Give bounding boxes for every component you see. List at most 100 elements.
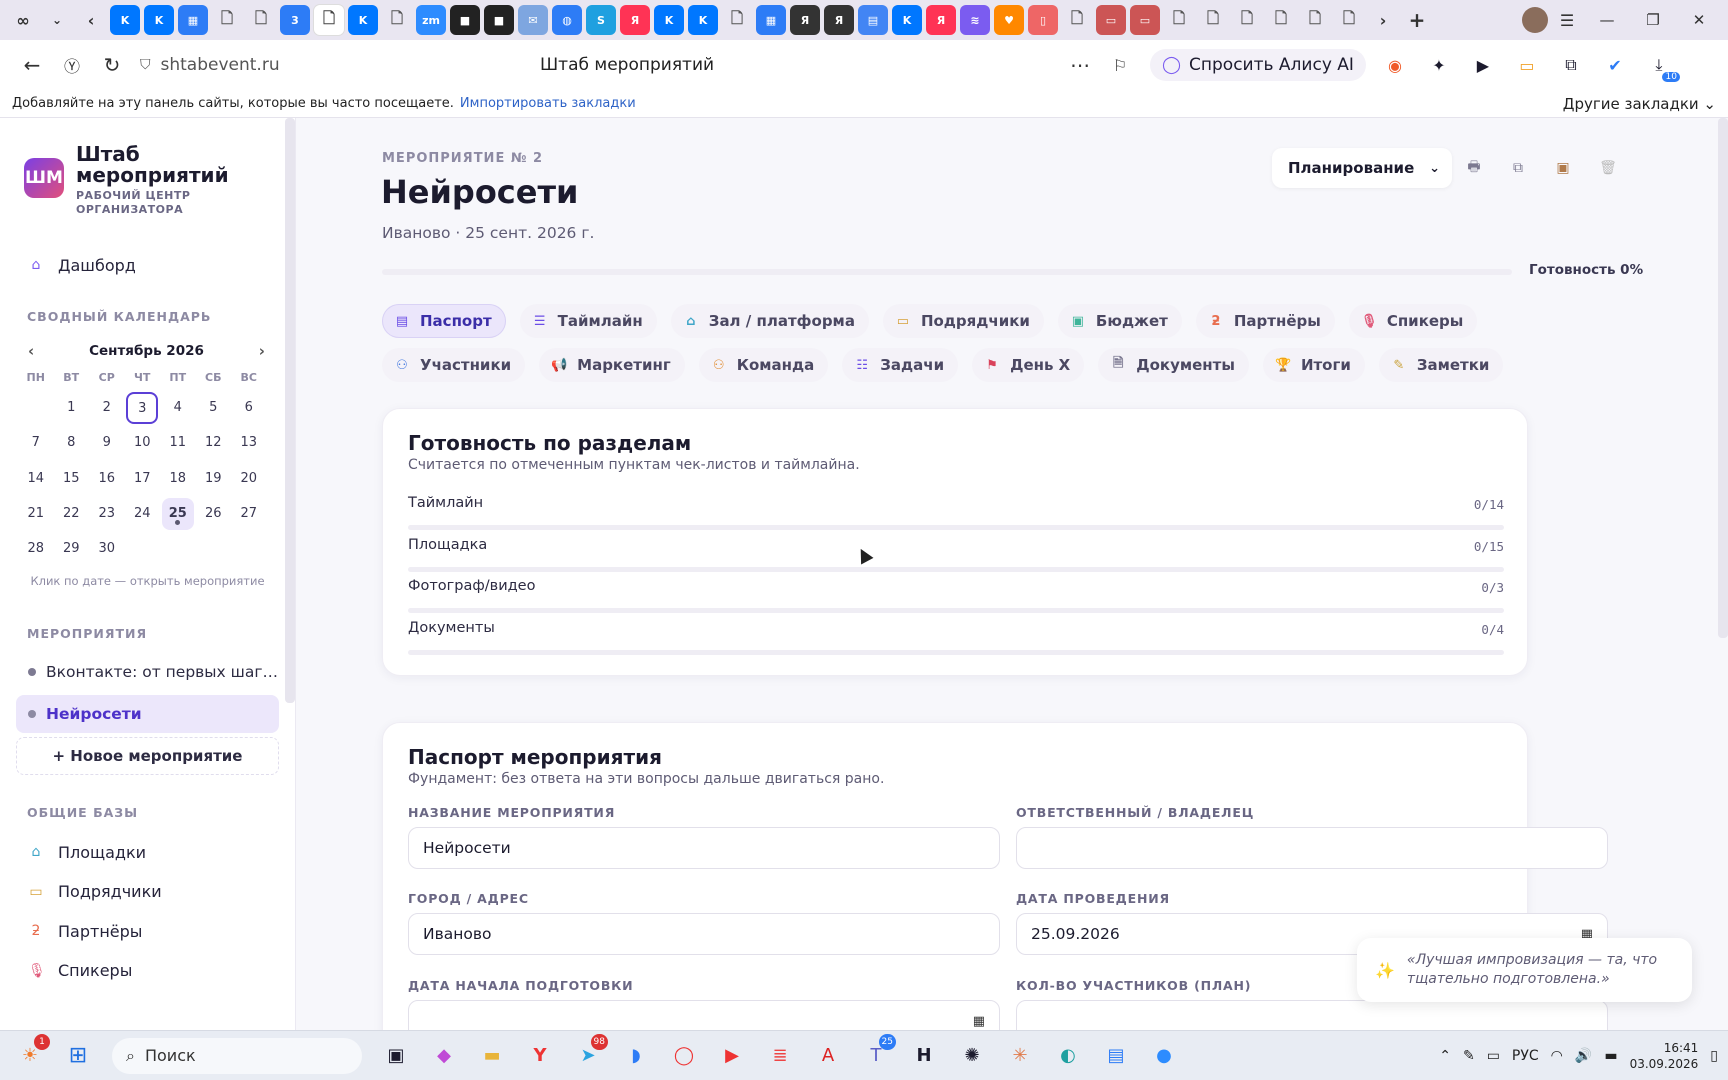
tabs-dropdown-icon[interactable]: ⌄ <box>42 5 72 35</box>
calendar-day[interactable]: 14 <box>18 461 54 496</box>
delete-icon[interactable]: 🗑 <box>1596 156 1620 180</box>
3-icon[interactable]: 3 <box>280 5 310 35</box>
menu-icon[interactable]: ☰ <box>1552 5 1582 35</box>
doc-icon[interactable]: 🗋 <box>314 5 344 35</box>
yandex-icon[interactable]: Я <box>790 5 820 35</box>
yandex-icon[interactable]: Я <box>926 5 956 35</box>
task-view-icon[interactable]: ▣ <box>376 1036 416 1076</box>
tab-wallet[interactable]: ▣ Бюджет <box>1057 304 1182 338</box>
restore-button[interactable]: ❐ <box>1632 5 1674 35</box>
explorer-icon[interactable]: ▬ <box>472 1036 512 1076</box>
downloads-icon[interactable]: ⤓ 10 <box>1644 50 1680 82</box>
back-button[interactable]: ← <box>12 47 52 83</box>
chatgpt-icon[interactable]: ✺ <box>952 1036 992 1076</box>
calendar-day[interactable]: 20 <box>231 461 267 496</box>
prev-month-button[interactable]: ‹ <box>28 342 34 360</box>
tab-house[interactable]: ⌂ Зал / платформа <box>670 304 869 338</box>
clock[interactable]: 16:41 03.09.2026 <box>1630 1040 1699 1072</box>
media-icon[interactable]: ■ <box>450 5 480 35</box>
start-button[interactable]: ⊞ <box>58 1036 98 1076</box>
weather-icon[interactable]: ☀ 1 <box>10 1033 50 1076</box>
archive-icon[interactable]: ▣ <box>1551 156 1575 180</box>
tab-pencil[interactable]: ✎ Заметки <box>1378 348 1504 382</box>
language-indicator[interactable]: РУС <box>1512 1048 1539 1064</box>
doc-icon[interactable]: 🗋 <box>382 5 412 35</box>
tab-flag[interactable]: ⚑ День Х <box>972 348 1085 382</box>
volume-icon[interactable]: 🔊 <box>1575 1048 1592 1064</box>
telegram-icon[interactable]: ➤ 98 <box>568 1033 608 1076</box>
tabs-scroll-left-icon[interactable]: ‹ <box>76 5 106 35</box>
heart-icon[interactable]: ♥ <box>994 5 1024 35</box>
next-month-button[interactable]: › <box>259 342 265 360</box>
protect-icon[interactable]: ✔ <box>1600 50 1630 80</box>
vk-icon[interactable]: K <box>654 5 684 35</box>
calendar-day[interactable]: 16 <box>89 461 125 496</box>
calendar-day[interactable]: 15 <box>54 461 90 496</box>
doc-icon[interactable]: 🗋 <box>1334 5 1364 35</box>
slides-icon[interactable]: ▭ <box>1130 5 1160 35</box>
yandex-home-icon[interactable]: Ⓨ <box>52 47 92 83</box>
calendar-day[interactable]: 26 <box>196 496 232 531</box>
calendar-day[interactable]: 19 <box>196 461 232 496</box>
tab-tasks[interactable]: ☷ Задачи <box>842 348 959 382</box>
calendar-day[interactable]: 22 <box>54 496 90 531</box>
calendar-day[interactable]: 27 <box>231 496 267 531</box>
close-window-button[interactable]: ✕ <box>1678 5 1720 35</box>
duplicate-icon[interactable]: ⧉ <box>1506 156 1530 180</box>
battery-icon[interactable]: ▬ <box>1604 1048 1617 1064</box>
new-event-button[interactable]: + Новое мероприятие <box>16 737 279 776</box>
doc-icon[interactable]: 🗋 <box>1198 5 1228 35</box>
mail-icon[interactable]: ✉ <box>518 5 548 35</box>
calendar-day[interactable]: 21 <box>18 496 54 531</box>
doc-icon[interactable]: 🗋 <box>212 5 242 35</box>
calendar-day[interactable]: 1 <box>54 390 90 425</box>
yandex-icon[interactable]: Я <box>824 5 854 35</box>
tab-briefcase[interactable]: ▭ Подрядчики <box>882 304 1044 338</box>
name-field[interactable]: Нейросети <box>408 827 1000 869</box>
calendar-day[interactable]: 24 <box>125 496 161 531</box>
doc-icon[interactable]: 🗋 <box>246 5 276 35</box>
sidebar-item-base[interactable]: ▭ Подрядчики <box>0 872 295 912</box>
doc-icon[interactable]: 🗋 <box>1232 5 1262 35</box>
alisa-button[interactable]: ◯ Спросить Алису AI <box>1150 49 1366 81</box>
zoom-icon[interactable]: ● <box>1144 1036 1184 1076</box>
tab-megaphone[interactable]: 📢 Маркетинг <box>539 348 685 382</box>
taskbar-search[interactable]: ⌕ Поиск <box>112 1037 362 1074</box>
participants-field[interactable] <box>1016 1000 1608 1030</box>
chevron-up-icon[interactable]: ⌃ <box>1439 1048 1451 1064</box>
stripes-icon[interactable]: ≋ <box>960 5 990 35</box>
play-extension-icon[interactable]: ▶ <box>1468 50 1498 80</box>
calendar-day[interactable]: 11 <box>160 425 196 460</box>
youtube-icon[interactable]: ▶ <box>712 1036 752 1076</box>
calendar-day[interactable]: 28 <box>18 531 54 566</box>
record-extension-icon[interactable]: ◉ <box>1380 50 1410 80</box>
minimize-button[interactable]: — <box>1586 5 1628 35</box>
calendar-day[interactable]: 3 <box>125 390 161 425</box>
yandex-browser-icon[interactable]: Y <box>520 1036 560 1076</box>
prep-date-field[interactable]: ▦ <box>408 1000 1000 1030</box>
doc-icon[interactable]: 🗋 <box>1062 5 1092 35</box>
h-app-icon[interactable]: H <box>904 1036 944 1076</box>
event-item-vkontakte[interactable]: Вконтакте: от первых шаг… <box>16 653 279 691</box>
sidebar-item-dashboard[interactable]: ⌂ Дашборд <box>0 247 295 283</box>
globe-icon[interactable]: ◍ <box>552 5 582 35</box>
doc-icon[interactable]: 🗋 <box>1300 5 1330 35</box>
display-icon[interactable]: ▭ <box>1487 1048 1500 1064</box>
extensions-icon[interactable]: ✦ <box>1424 50 1454 80</box>
calendar-day[interactable]: 18 <box>160 461 196 496</box>
sidebar-item-base[interactable]: ƻ Партнёры <box>0 911 295 951</box>
calendar-day[interactable]: 25 <box>160 496 196 531</box>
calendar-day[interactable]: 8 <box>54 425 90 460</box>
media-icon[interactable]: ■ <box>484 5 514 35</box>
sidebar-item-base[interactable]: ⌂ Площадки <box>0 832 295 872</box>
other-bookmarks[interactable]: Другие закладки ⌄ <box>1563 95 1716 113</box>
more-icon[interactable]: ⋯ <box>1060 47 1100 83</box>
brand[interactable]: ШМ Штаб мероприятий РАБОЧИЙ ЦЕНТР ОРГАНИ… <box>0 118 295 217</box>
apps-icon[interactable]: ▦ <box>756 5 786 35</box>
doc-icon[interactable]: 🗋 <box>1164 5 1194 35</box>
bookmark-icon[interactable]: ⚐ <box>1100 47 1140 83</box>
calendar-day[interactable]: 29 <box>54 531 90 566</box>
collections-icon[interactable]: ⧉ <box>1556 50 1586 80</box>
calendar-day[interactable]: 17 <box>125 461 161 496</box>
docs-icon[interactable]: ▤ <box>858 5 888 35</box>
